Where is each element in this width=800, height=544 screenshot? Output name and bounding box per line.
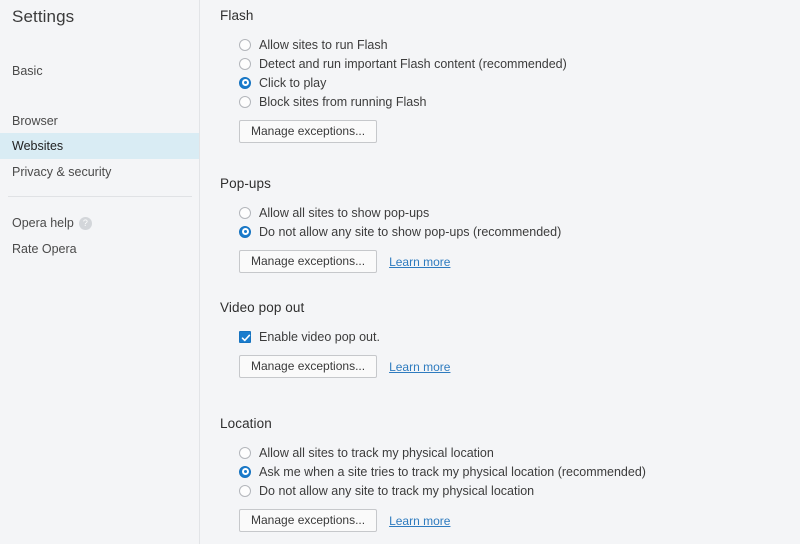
flash-radio-group: Allow sites to run Flash Detect and run … <box>239 35 780 143</box>
sidebar-item-privacy-security[interactable]: Privacy & security <box>0 159 199 185</box>
video-options: Enable video pop out. Manage exceptions.… <box>239 327 780 378</box>
manage-exceptions-button[interactable]: Manage exceptions... <box>239 509 378 532</box>
section-heading: Location <box>220 416 272 431</box>
radio-label: Do not allow any site to track my physic… <box>259 483 535 498</box>
manage-exceptions-button[interactable]: Manage exceptions... <box>239 120 378 143</box>
popups-radio-group: Allow all sites to show pop-ups Do not a… <box>239 203 780 273</box>
settings-content: Flash Allow sites to run Flash Detect an… <box>200 0 800 544</box>
sidebar-item-basic[interactable]: Basic <box>0 58 199 84</box>
radio-label: Allow sites to run Flash <box>259 37 388 52</box>
video-controls: Manage exceptions... Learn more <box>239 355 780 378</box>
radio-icon[interactable] <box>239 206 251 219</box>
radio-icon[interactable] <box>239 484 251 497</box>
radio-option-block-flash[interactable]: Block sites from running Flash <box>239 92 780 111</box>
radio-option-allow-popups[interactable]: Allow all sites to show pop-ups <box>239 203 780 222</box>
page-title: Settings <box>12 7 75 26</box>
help-circle-icon[interactable]: ? <box>78 217 92 230</box>
learn-more-link[interactable]: Learn more <box>389 255 450 269</box>
sidebar-item-label: Rate Opera <box>12 242 77 256</box>
sidebar-item-label: Opera help <box>12 216 74 230</box>
sidebar-item-label: Websites <box>12 139 64 153</box>
sidebar-item-rate-opera[interactable]: Rate Opera <box>0 236 199 262</box>
sidebar: Settings Basic Browser Websites Privacy … <box>0 0 200 544</box>
section-location: Location Allow all sites to track my phy… <box>220 416 780 532</box>
radio-option-allow-location[interactable]: Allow all sites to track my physical loc… <box>239 443 780 462</box>
checkbox-icon-checked[interactable] <box>239 330 251 343</box>
radio-option-detect-flash[interactable]: Detect and run important Flash content (… <box>239 54 780 73</box>
radio-icon[interactable] <box>239 57 251 70</box>
popups-controls: Manage exceptions... Learn more <box>239 250 780 273</box>
section-video-pop-out: Video pop out Enable video pop out. Mana… <box>220 300 780 378</box>
sidebar-item-label: Browser <box>12 114 58 128</box>
radio-icon[interactable] <box>239 95 251 108</box>
radio-option-allow-flash[interactable]: Allow sites to run Flash <box>239 35 780 54</box>
learn-more-link[interactable]: Learn more <box>389 360 450 374</box>
sidebar-item-label: Privacy & security <box>12 165 112 179</box>
sidebar-item-label: Basic <box>12 64 43 78</box>
radio-icon-selected[interactable] <box>239 76 251 89</box>
radio-label: Allow all sites to show pop-ups <box>259 205 430 220</box>
radio-label: Block sites from running Flash <box>259 94 427 109</box>
learn-more-link[interactable]: Learn more <box>389 514 450 528</box>
radio-icon[interactable] <box>239 446 251 459</box>
radio-option-block-location[interactable]: Do not allow any site to track my physic… <box>239 481 780 500</box>
radio-icon-selected[interactable] <box>239 225 251 238</box>
radio-label: Ask me when a site tries to track my phy… <box>259 464 646 479</box>
radio-option-block-popups[interactable]: Do not allow any site to show pop-ups (r… <box>239 222 780 241</box>
manage-exceptions-button[interactable]: Manage exceptions... <box>239 250 378 273</box>
radio-icon-selected[interactable] <box>239 465 251 478</box>
sidebar-item-browser[interactable]: Browser <box>0 108 199 134</box>
section-popups: Pop-ups Allow all sites to show pop-ups … <box>220 176 780 273</box>
radio-option-click-to-play[interactable]: Click to play <box>239 73 780 92</box>
checkbox-label: Enable video pop out. <box>259 329 380 344</box>
manage-exceptions-button[interactable]: Manage exceptions... <box>239 355 378 378</box>
flash-controls: Manage exceptions... <box>239 120 780 143</box>
radio-label: Allow all sites to track my physical loc… <box>259 445 494 460</box>
checkbox-option-enable-video-pop-out[interactable]: Enable video pop out. <box>239 327 780 346</box>
radio-label: Click to play <box>259 75 327 90</box>
radio-label: Detect and run important Flash content (… <box>259 56 567 71</box>
sidebar-divider <box>8 196 192 197</box>
radio-label: Do not allow any site to show pop-ups (r… <box>259 224 562 239</box>
section-heading: Flash <box>220 8 254 23</box>
radio-option-ask-location[interactable]: Ask me when a site tries to track my phy… <box>239 462 780 481</box>
section-heading: Video pop out <box>220 300 305 315</box>
section-heading: Pop-ups <box>220 176 271 191</box>
location-controls: Manage exceptions... Learn more <box>239 509 780 532</box>
sidebar-item-opera-help[interactable]: Opera help? <box>0 210 199 236</box>
location-radio-group: Allow all sites to track my physical loc… <box>239 443 780 532</box>
sidebar-item-websites[interactable]: Websites <box>0 133 199 159</box>
settings-window: Settings Basic Browser Websites Privacy … <box>0 0 800 544</box>
section-flash: Flash Allow sites to run Flash Detect an… <box>220 8 780 143</box>
radio-icon[interactable] <box>239 38 251 51</box>
